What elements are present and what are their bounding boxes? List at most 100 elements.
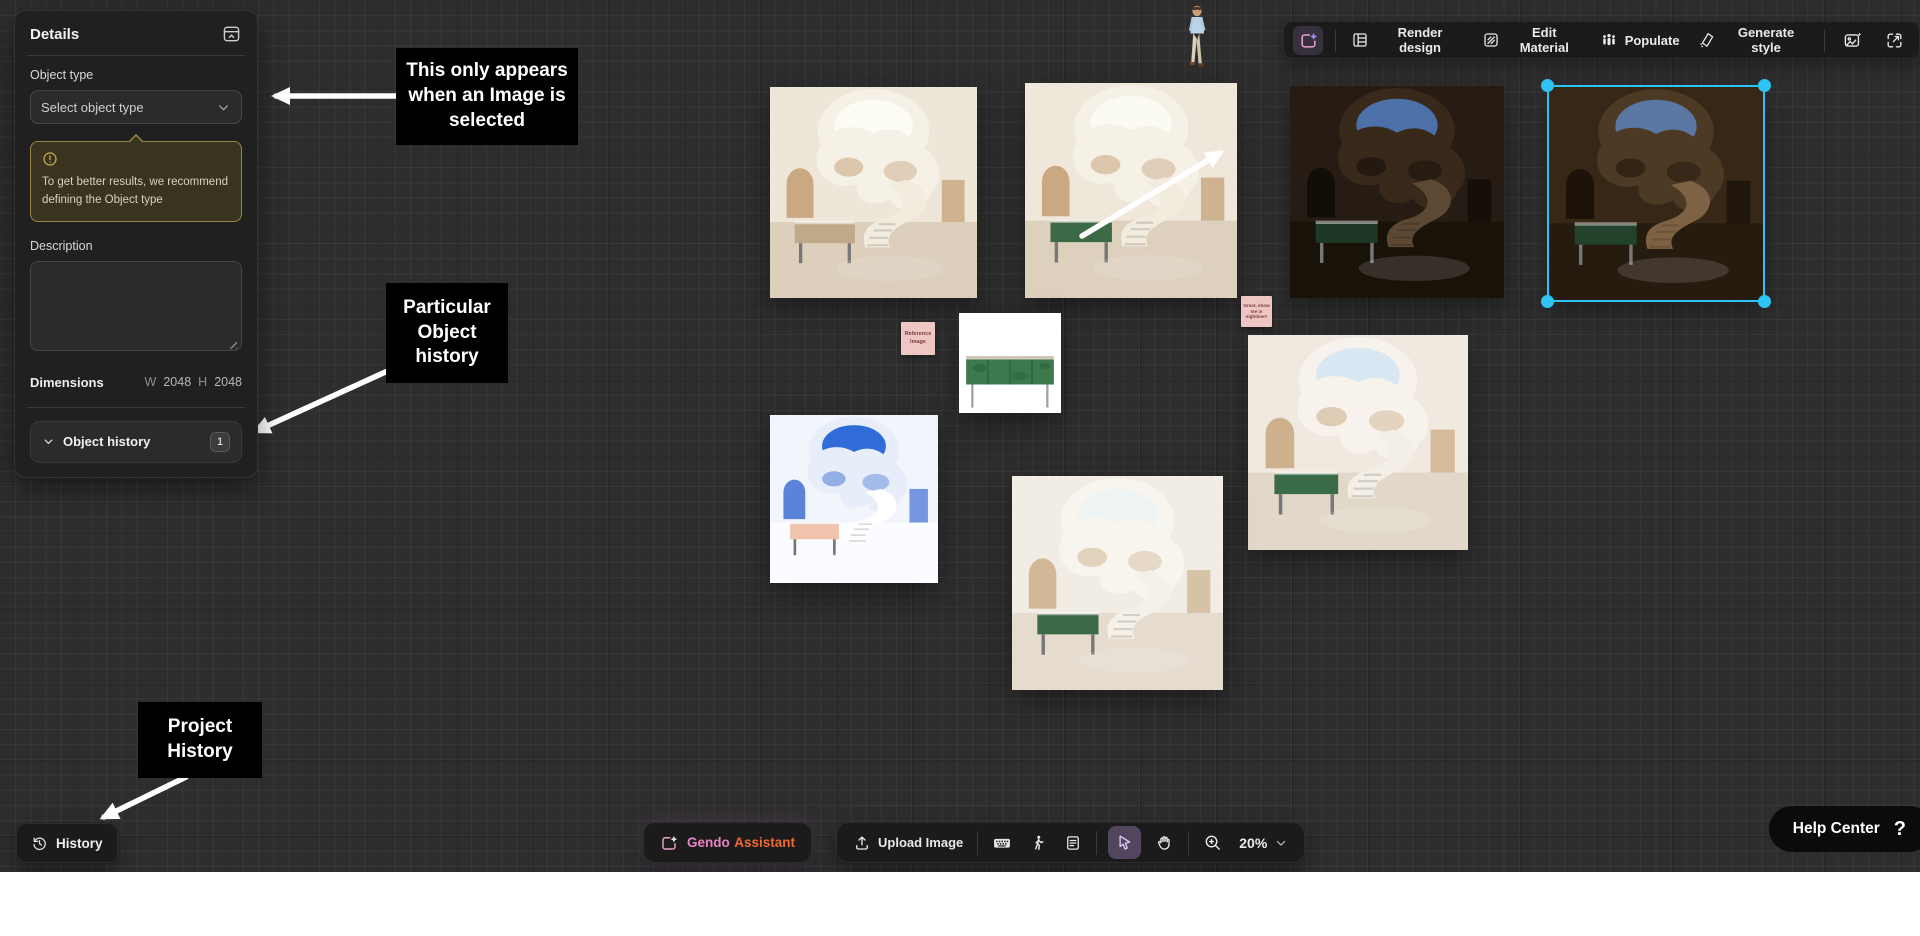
- expand-arrow-icon: [1885, 31, 1904, 50]
- notes-button[interactable]: [1061, 831, 1085, 855]
- ai-frame-button[interactable]: [1293, 26, 1323, 55]
- object-history-count-badge: 1: [210, 432, 230, 452]
- help-center-button[interactable]: Help Center ?: [1769, 806, 1920, 852]
- zoom-level-value: 20%: [1239, 835, 1267, 851]
- annotation-image-selected: This only appears when an Image is selec…: [396, 48, 578, 145]
- generate-style-button[interactable]: Generate style: [1695, 21, 1813, 59]
- canvas-image-render-daylight-1[interactable]: [770, 87, 977, 298]
- toolbar-divider: [1096, 831, 1097, 855]
- generate-style-icon: [1698, 31, 1716, 49]
- project-history-button[interactable]: History: [16, 823, 118, 863]
- walking-man-illustration: [1182, 5, 1212, 71]
- expand-fullscreen-button[interactable]: [1880, 26, 1910, 55]
- history-label: History: [56, 836, 103, 851]
- toolbar-divider: [1335, 29, 1336, 52]
- annotation-project-history: Project History: [138, 702, 262, 778]
- infinite-canvas[interactable]: Reference Image Great, show me in nighti…: [0, 0, 1920, 872]
- upload-image-label: Upload Image: [878, 835, 963, 850]
- canvas-image-render-daylight-green-console[interactable]: [1025, 83, 1237, 298]
- note-icon: [1064, 834, 1082, 852]
- pan-tool-button[interactable]: [1152, 830, 1177, 855]
- canvas-image-console-reference[interactable]: [959, 313, 1061, 413]
- toolbar-divider: [1188, 831, 1189, 855]
- details-panel: Details Object type Select object type T…: [14, 10, 258, 478]
- zoom-tool-button[interactable]: [1200, 830, 1225, 855]
- populate-people-icon: [1600, 31, 1618, 49]
- assistant-brand-label: Gendo: [687, 835, 730, 850]
- person-walking-icon: [1029, 834, 1047, 852]
- add-person-button[interactable]: [1026, 831, 1050, 855]
- frame-sparkle-icon: [660, 834, 678, 852]
- dimension-h-label: H: [198, 375, 207, 389]
- top-toolbar: Render design Edit Material Populate: [1283, 21, 1920, 59]
- arrow-to-history-button: [104, 777, 186, 817]
- populate-label: Populate: [1625, 33, 1680, 48]
- dimensions-values: W 2048 H 2048: [145, 375, 242, 389]
- canvas-image-render-daylight-2[interactable]: [1248, 335, 1468, 550]
- history-icon: [31, 835, 48, 852]
- description-textarea[interactable]: [30, 261, 242, 351]
- canvas-image-render-daylight-3[interactable]: [1012, 476, 1223, 690]
- annotation-object-history: Particular Object history: [386, 283, 508, 383]
- panel-collapse-icon[interactable]: [221, 24, 242, 44]
- sticky-note-nighttime-prompt[interactable]: Great, show me in nightime?: [1241, 296, 1272, 327]
- chevron-down-icon: [216, 100, 231, 115]
- question-mark-icon: ?: [1894, 818, 1906, 841]
- edit-material-button[interactable]: Edit Material: [1479, 21, 1585, 59]
- bottom-toolbar: Upload Image: [836, 822, 1305, 863]
- canvas-image-sketch-lineart[interactable]: [770, 415, 938, 583]
- populate-button[interactable]: Populate: [1597, 27, 1683, 53]
- zoom-in-magnifier-icon: [1203, 833, 1222, 852]
- upload-icon: [853, 834, 871, 852]
- dimensions-label: Dimensions: [30, 375, 104, 390]
- divider: [27, 55, 245, 56]
- render-design-button[interactable]: Render design: [1348, 21, 1467, 59]
- details-panel-title: Details: [30, 26, 79, 43]
- info-icon: [42, 151, 58, 167]
- upload-image-button[interactable]: Upload Image: [850, 831, 966, 855]
- keyboard-shortcuts-button[interactable]: [989, 830, 1015, 856]
- chevron-down-icon: [42, 435, 55, 448]
- edit-material-label: Edit Material: [1507, 25, 1582, 55]
- assistant-word-label: Assistant: [734, 835, 795, 850]
- selection-handle-top-right[interactable]: [1758, 79, 1771, 92]
- selection-handle-bottom-left[interactable]: [1541, 295, 1554, 308]
- divider: [27, 407, 245, 408]
- hand-icon: [1155, 833, 1174, 852]
- generate-image-button[interactable]: [1837, 26, 1867, 55]
- frame-sparkle-icon: [1299, 31, 1318, 50]
- dimension-w-label: W: [145, 375, 157, 389]
- object-type-warning: To get better results, we recommend defi…: [30, 141, 242, 222]
- render-design-label: Render design: [1376, 25, 1464, 55]
- chevron-down-icon: [1274, 836, 1288, 850]
- warning-text: To get better results, we recommend defi…: [42, 174, 230, 210]
- object-type-value: Select object type: [41, 100, 144, 115]
- canvas-image-render-night[interactable]: [1290, 86, 1504, 298]
- generate-style-label: Generate style: [1723, 25, 1810, 55]
- object-type-dropdown[interactable]: Select object type: [30, 90, 242, 124]
- gendo-assistant-button[interactable]: Gendo Assistant: [643, 822, 812, 863]
- gendo-app: Reference Image Great, show me in nighti…: [0, 0, 1920, 936]
- cursor-icon: [1115, 833, 1134, 852]
- zoom-level-dropdown[interactable]: 20%: [1236, 832, 1291, 854]
- object-history-toggle[interactable]: Object history 1: [30, 421, 242, 463]
- sticky-note-reference-image[interactable]: Reference Image: [901, 322, 935, 355]
- image-sparkle-icon: [1843, 31, 1862, 50]
- selection-handle-top-left[interactable]: [1541, 79, 1554, 92]
- selection-handle-bottom-right[interactable]: [1758, 295, 1771, 308]
- arrow-to-object-history: [256, 369, 392, 431]
- canvas-image-person-cutout[interactable]: [1182, 5, 1212, 71]
- help-center-label: Help Center: [1793, 820, 1880, 838]
- page-bottom-margin: [0, 872, 1920, 936]
- select-tool-button[interactable]: [1108, 826, 1141, 859]
- object-type-label: Object type: [30, 68, 242, 82]
- toolbar-divider: [977, 831, 978, 855]
- canvas-image-render-evening-selected[interactable]: [1549, 87, 1763, 300]
- green-console-illustration: [959, 313, 1061, 413]
- render-design-icon: [1351, 31, 1369, 49]
- keyboard-icon: [992, 833, 1012, 853]
- dimension-h-value: 2048: [214, 375, 242, 389]
- object-history-label: Object history: [63, 434, 202, 449]
- edit-material-icon: [1482, 31, 1500, 49]
- toolbar-divider: [1824, 29, 1825, 52]
